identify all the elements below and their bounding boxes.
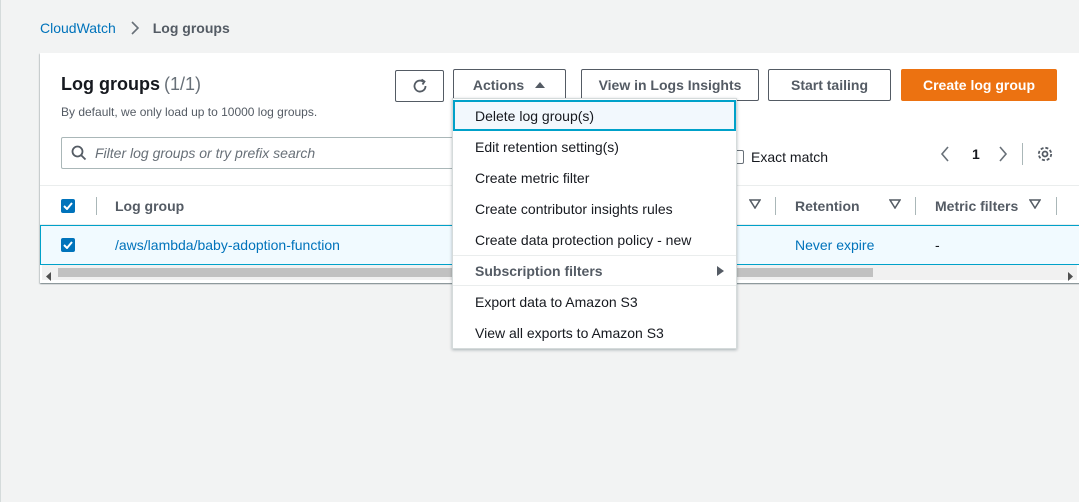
- caret-up-icon: [534, 81, 546, 89]
- panel-count: (1/1): [163, 74, 201, 94]
- actions-label: Actions: [472, 77, 525, 93]
- menu-item-subscription-filters[interactable]: Subscription filters: [453, 255, 736, 286]
- create-log-group-button[interactable]: Create log group: [901, 69, 1057, 101]
- column-separator: [775, 197, 776, 215]
- column-separator: [915, 197, 916, 215]
- panel-title-text: Log groups: [61, 74, 160, 94]
- sort-icon[interactable]: [889, 199, 901, 209]
- row-checkbox[interactable]: [61, 238, 75, 252]
- menu-item-create-contributor-insights[interactable]: Create contributor insights rules: [453, 193, 736, 224]
- log-group-link[interactable]: /aws/lambda/baby-adoption-function: [115, 237, 340, 253]
- refresh-button[interactable]: [395, 70, 444, 102]
- exact-match-option[interactable]: Exact match: [730, 149, 828, 165]
- search-field[interactable]: [61, 137, 471, 169]
- exact-match-label: Exact match: [751, 149, 829, 165]
- actions-button[interactable]: Actions: [453, 69, 566, 101]
- pagination: 1: [940, 143, 1054, 165]
- breadcrumb-current: Log groups: [152, 20, 230, 36]
- column-header-retention[interactable]: Retention: [795, 198, 860, 214]
- page-title: Log groups (1/1): [61, 74, 201, 95]
- breadcrumb: CloudWatch Log groups: [40, 19, 230, 37]
- menu-item-create-data-protection-policy[interactable]: Create data protection policy - new: [453, 224, 736, 255]
- select-all-checkbox[interactable]: [61, 199, 75, 213]
- scroll-left-icon[interactable]: [46, 268, 52, 286]
- chevron-left-icon[interactable]: [940, 146, 950, 162]
- menu-item-export-to-s3[interactable]: Export data to Amazon S3: [453, 286, 736, 317]
- pagination-divider: [1021, 143, 1023, 165]
- panel-description: By default, we only load up to 10000 log…: [61, 105, 318, 119]
- refresh-icon: [411, 77, 429, 95]
- subscription-filters-label: Subscription filters: [475, 262, 603, 279]
- breadcrumb-cloudwatch-link[interactable]: CloudWatch: [40, 20, 116, 36]
- actions-menu: Delete log group(s) Edit retention setti…: [452, 98, 737, 349]
- menu-item-edit-retention[interactable]: Edit retention setting(s): [453, 131, 736, 162]
- retention-link[interactable]: Never expire: [795, 237, 874, 253]
- column-header-log-group[interactable]: Log group: [115, 198, 184, 214]
- page-number[interactable]: 1: [972, 146, 980, 162]
- caret-right-icon: [716, 266, 724, 276]
- view-in-logs-insights-button[interactable]: View in Logs Insights: [581, 69, 759, 101]
- search-icon: [71, 145, 87, 161]
- column-header-metric-filters[interactable]: Metric filters: [935, 198, 1018, 214]
- sort-icon[interactable]: [1029, 199, 1041, 209]
- search-input[interactable]: [95, 145, 455, 161]
- start-tailing-button[interactable]: Start tailing: [768, 69, 891, 101]
- metric-filters-value: -: [935, 237, 940, 253]
- menu-item-delete-log-groups[interactable]: Delete log group(s): [453, 100, 736, 131]
- sort-icon[interactable]: [749, 199, 761, 209]
- chevron-right-icon: [130, 21, 140, 35]
- menu-item-create-metric-filter[interactable]: Create metric filter: [453, 162, 736, 193]
- column-separator: [96, 197, 97, 215]
- column-separator: [1056, 197, 1057, 215]
- chevron-right-icon[interactable]: [998, 146, 1008, 162]
- scroll-right-icon[interactable]: [1067, 268, 1073, 286]
- menu-item-view-all-exports[interactable]: View all exports to Amazon S3: [453, 317, 736, 348]
- gear-icon[interactable]: [1036, 145, 1054, 163]
